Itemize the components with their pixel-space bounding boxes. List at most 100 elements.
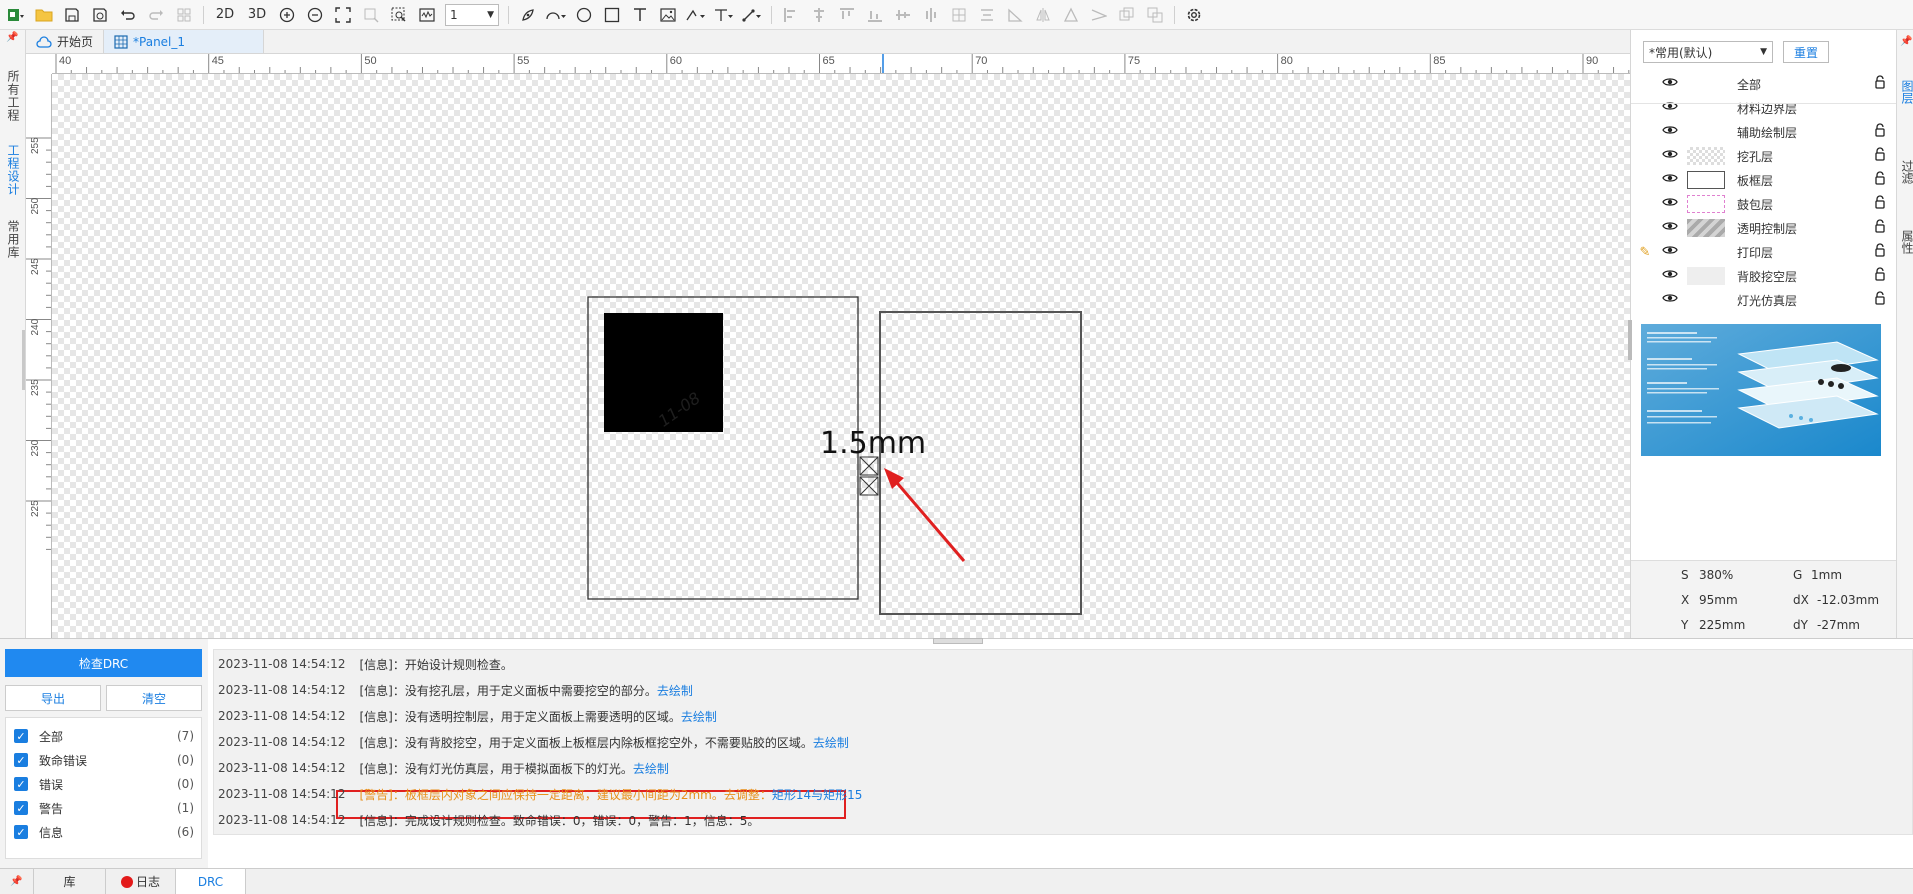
measure-tool-icon[interactable]: [710, 2, 738, 28]
skew-icon[interactable]: [1085, 2, 1113, 28]
tab-drc[interactable]: DRC: [176, 869, 246, 894]
stroke-width-select[interactable]: 1 ▼: [445, 3, 499, 26]
eye-icon[interactable]: [1657, 172, 1683, 188]
layer-row[interactable]: 全部: [1633, 72, 1895, 96]
arc-tool-icon[interactable]: [542, 2, 570, 28]
tab-layers[interactable]: 图层: [1899, 80, 1913, 104]
align-bottom-icon[interactable]: [861, 2, 889, 28]
pen-tool-icon[interactable]: [514, 2, 542, 28]
layer-row[interactable]: 鼓包层: [1633, 192, 1895, 216]
new-file-icon[interactable]: [2, 2, 30, 28]
eye-icon[interactable]: [1657, 244, 1683, 260]
pin-icon[interactable]: 📌: [0, 869, 34, 894]
tab-project-design[interactable]: 工程设计: [4, 144, 22, 196]
save-icon[interactable]: [58, 2, 86, 28]
panel-splitter[interactable]: [1628, 320, 1632, 360]
reset-button[interactable]: 重置: [1783, 41, 1829, 63]
eye-icon[interactable]: [1657, 220, 1683, 236]
distribute-v-icon[interactable]: [973, 2, 1001, 28]
lock-toggle-icon[interactable]: [1865, 219, 1895, 237]
open-folder-icon[interactable]: [30, 2, 58, 28]
tab-filter[interactable]: 过滤: [1899, 160, 1913, 184]
pin-icon[interactable]: 📌: [6, 32, 20, 46]
checkbox-checked-icon[interactable]: ✓: [14, 753, 28, 767]
zoom-in-icon[interactable]: [273, 2, 301, 28]
rectangle-15[interactable]: [879, 311, 1082, 615]
tab-properties[interactable]: 属性: [1899, 230, 1913, 254]
zoom-out-icon[interactable]: [301, 2, 329, 28]
lock-toggle-icon[interactable]: [1865, 195, 1895, 213]
eye-icon[interactable]: [1657, 268, 1683, 284]
lock-toggle-icon[interactable]: [1865, 75, 1895, 93]
tab-log[interactable]: 日志: [106, 869, 176, 894]
layer-row[interactable]: 辅助绘制层: [1633, 120, 1895, 144]
eye-icon[interactable]: [1657, 76, 1683, 92]
line-tool-icon[interactable]: [738, 2, 766, 28]
pin-icon[interactable]: 📌: [1900, 36, 1912, 47]
drc-filter-row[interactable]: ✓ 全部 (7): [14, 726, 194, 746]
export-button[interactable]: 导出: [5, 685, 101, 711]
drc-filter-row[interactable]: ✓ 致命错误 (0): [14, 750, 194, 770]
redo-icon[interactable]: [142, 2, 170, 28]
lock-toggle-icon[interactable]: [1865, 171, 1895, 189]
clear-button[interactable]: 清空: [106, 685, 202, 711]
align-middle-icon[interactable]: [889, 2, 917, 28]
check-drc-button[interactable]: 检查DRC: [5, 649, 202, 677]
distribute-icon[interactable]: [945, 2, 973, 28]
waveform-icon[interactable]: [413, 2, 441, 28]
view-2d-button[interactable]: 2D: [209, 2, 241, 28]
checkbox-checked-icon[interactable]: ✓: [14, 801, 28, 815]
merge-icon[interactable]: [1141, 2, 1169, 28]
align-center-v-icon[interactable]: [917, 2, 945, 28]
align-top-icon[interactable]: [833, 2, 861, 28]
lock-toggle-icon[interactable]: [1865, 243, 1895, 261]
zoom-selection-icon[interactable]: [357, 2, 385, 28]
rotate-icon[interactable]: [1001, 2, 1029, 28]
save-as-icon[interactable]: [86, 2, 114, 28]
log-action-link[interactable]: 去绘制: [813, 734, 849, 751]
image-tool-icon[interactable]: [654, 2, 682, 28]
lock-toggle-icon[interactable]: [1865, 123, 1895, 141]
tab-start-page[interactable]: 开始页: [26, 30, 105, 53]
log-action-link[interactable]: 矩形14与矩形15: [772, 786, 863, 803]
drc-filter-row[interactable]: ✓ 警告 (1): [14, 798, 194, 818]
copy-layer-icon[interactable]: [1113, 2, 1141, 28]
checkbox-checked-icon[interactable]: ✓: [14, 825, 28, 839]
lock-toggle-icon[interactable]: [1865, 291, 1895, 309]
layer-row[interactable]: 透明控制层: [1633, 216, 1895, 240]
lock-toggle-icon[interactable]: [1865, 147, 1895, 165]
drc-filter-row[interactable]: ✓ 信息 (6): [14, 822, 194, 842]
layer-preset-select[interactable]: *常用(默认) ▼: [1643, 41, 1773, 63]
log-action-link[interactable]: 去绘制: [681, 708, 717, 725]
zoom-area-icon[interactable]: [385, 2, 413, 28]
layer-row[interactable]: ✎ 打印层: [1633, 240, 1895, 264]
design-canvas[interactable]: 1.5mm 11-08: [52, 74, 1630, 638]
splitter-handle[interactable]: [22, 330, 25, 390]
layer-row[interactable]: 背胶挖空层: [1633, 264, 1895, 288]
undo-icon[interactable]: [114, 2, 142, 28]
log-action-link[interactable]: 去绘制: [657, 682, 693, 699]
tab-panel-1[interactable]: *Panel_1: [104, 30, 265, 53]
drc-filter-row[interactable]: ✓ 错误 (0): [14, 774, 194, 794]
checkbox-checked-icon[interactable]: ✓: [14, 777, 28, 791]
align-center-h-icon[interactable]: [805, 2, 833, 28]
circle-tool-icon[interactable]: [570, 2, 598, 28]
eye-icon[interactable]: [1657, 292, 1683, 308]
tab-common-library[interactable]: 常用库: [4, 220, 22, 259]
eye-icon[interactable]: [1657, 148, 1683, 164]
layer-row[interactable]: 板框层: [1633, 168, 1895, 192]
log-action-link[interactable]: 去绘制: [633, 760, 669, 777]
checkbox-checked-icon[interactable]: ✓: [14, 729, 28, 743]
eye-icon[interactable]: [1657, 196, 1683, 212]
layer-row[interactable]: 挖孔层: [1633, 144, 1895, 168]
eye-icon[interactable]: [1657, 124, 1683, 140]
flip-v-icon[interactable]: [1057, 2, 1085, 28]
lock-toggle-icon[interactable]: [1865, 267, 1895, 285]
layer-row[interactable]: 灯光仿真层: [1633, 288, 1895, 312]
settings-gear-icon[interactable]: [1180, 2, 1208, 28]
align-left-icon[interactable]: [777, 2, 805, 28]
panel-resize-handle[interactable]: [933, 638, 983, 644]
tab-library[interactable]: 库: [34, 869, 106, 894]
layer-row[interactable]: 材料边界层: [1633, 96, 1895, 120]
rectangle-tool-icon[interactable]: [598, 2, 626, 28]
